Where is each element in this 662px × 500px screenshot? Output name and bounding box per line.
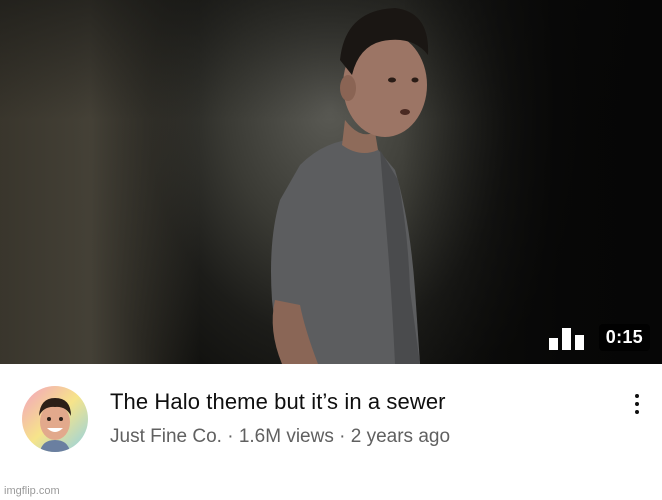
video-meta[interactable]: Just Fine Co. · 1.6M views · 2 years ago [110, 426, 450, 448]
video-thumbnail[interactable]: 0:15 [0, 0, 662, 364]
more-vert-icon[interactable] [626, 390, 648, 418]
thumbnail-person [271, 8, 429, 364]
video-title[interactable]: The Halo theme but it’s in a sewer [110, 389, 446, 415]
avatar-image [22, 386, 88, 452]
duration-badge: 0:15 [598, 324, 650, 351]
video-info: The Halo theme but it’s in a sewer Just … [0, 364, 662, 500]
audio-bars-icon [548, 327, 584, 350]
thumbnail-overlay: 0:15 [548, 324, 650, 351]
channel-avatar[interactable] [22, 386, 88, 452]
watermark: imgflip.com [4, 485, 60, 497]
